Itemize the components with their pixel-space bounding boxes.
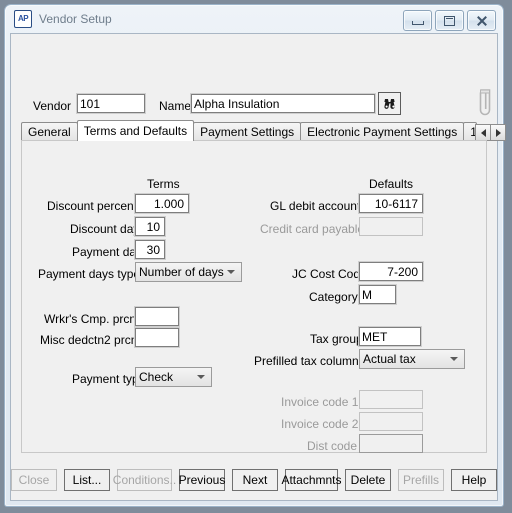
tab-scroll-left-button[interactable] [475,124,492,141]
binoculars-icon [383,98,395,109]
name-label: Name [159,99,192,113]
vendor-setup-window: AP Vendor Setup Vendor 101 Name Alpha In… [4,4,507,507]
category-label: Category [309,290,358,304]
tab-strip: General Terms and Defaults Payment Setti… [21,120,507,141]
title-bar[interactable]: AP Vendor Setup [5,5,503,33]
misc-dedctn2-prcn-label: Misc dedctn2 prcn [40,333,138,347]
prefilled-tax-column-select[interactable]: Actual tax [359,349,465,369]
invoice-code-1-input [359,390,423,409]
discount-days-input[interactable]: 10 [135,217,165,236]
misc-dedctn2-prcn-input[interactable] [135,328,179,347]
dist-code-input [359,434,423,453]
tab-terms-and-defaults[interactable]: Terms and Defaults [76,120,195,141]
vendor-input[interactable]: 101 [77,94,145,113]
list-button[interactable]: List... [64,469,110,491]
app-icon-label: AP [17,14,29,23]
chevron-down-icon [197,375,205,379]
window-controls [403,10,496,31]
minimize-button[interactable] [403,10,432,31]
tab-electronic-payment-settings[interactable]: Electronic Payment Settings [300,122,465,141]
wrkrs-cmp-prcnt-input[interactable] [135,307,179,326]
chevron-down-icon [227,270,235,274]
dist-code-label: Dist code [307,439,358,453]
client-area: Vendor 101 Name Alpha Insulation General… [10,33,507,501]
tab-general[interactable]: General [21,122,78,141]
terms-and-defaults-panel: Terms Defaults Discount percent 1.000 Di… [21,140,487,453]
tax-group-input[interactable]: MET [359,327,421,346]
tax-group-label: Tax group [310,332,363,346]
find-vendor-button[interactable] [378,92,401,115]
discount-percent-label: Discount percent [47,199,138,213]
prefilled-tax-column-value: Actual tax [363,352,416,366]
close-icon [476,16,487,26]
restore-button[interactable] [435,10,464,31]
button-bar: Close List... Conditions.. Previous Next… [11,468,497,492]
chevron-down-icon [450,357,458,361]
minimize-icon [411,21,424,25]
delete-button[interactable]: Delete [345,469,391,491]
invoice-code-1-label: Invoice code 1 [281,395,359,409]
gl-debit-account-input[interactable]: 10-6117 [359,194,423,213]
discount-percent-input[interactable]: 1.000 [135,194,189,213]
jc-cost-code-input[interactable]: 7-200 [359,262,423,281]
invoice-code-2-label: Invoice code 2 [281,417,359,431]
conditions-button: Conditions.. [113,469,176,491]
payment-type-value: Check [139,370,174,384]
scroll-left-icon [480,128,486,137]
app-icon: AP [14,10,32,28]
tab-payment-settings[interactable]: Payment Settings [193,122,302,141]
next-button[interactable]: Next [231,469,278,491]
vendor-label: Vendor [33,99,72,113]
vendor-header: Vendor 101 Name Alpha Insulation [11,34,497,116]
name-input[interactable]: Alpha Insulation [191,94,375,113]
tab-scroll-buttons [475,124,507,141]
credit-card-payable-input [359,217,423,236]
restore-icon [444,15,455,26]
terms-heading: Terms [147,177,180,191]
prefilled-tax-column-label: Prefilled tax column [254,354,359,368]
payment-days-type-select[interactable]: Number of days [135,262,242,282]
prefills-button: Prefills [398,469,444,491]
paperclip-icon [475,86,495,116]
window-title: Vendor Setup [39,12,112,26]
credit-card-payable-label: Credit card payable [260,222,365,236]
jc-cost-code-label: JC Cost Code [292,267,367,281]
payment-days-type-label: Payment days type [38,267,141,281]
tab-scroll-right-button[interactable] [490,124,507,141]
attachments-button[interactable]: Attachmnts [281,469,342,491]
category-input[interactable]: M [359,285,396,304]
gl-debit-account-label: GL debit account [270,199,361,213]
wrkrs-cmp-prcnt-label: Wrkr's Cmp. prcnt [44,312,140,326]
defaults-heading: Defaults [369,177,414,191]
previous-button[interactable]: Previous [179,469,225,491]
payment-type-select[interactable]: Check [135,367,212,387]
close-action-button: Close [11,469,57,491]
close-button[interactable] [467,10,496,31]
scroll-right-icon [495,128,501,137]
help-button[interactable]: Help [451,469,497,491]
payment-days-input[interactable]: 30 [135,240,165,259]
payment-days-type-value: Number of days [139,265,224,279]
invoice-code-2-input [359,412,423,431]
